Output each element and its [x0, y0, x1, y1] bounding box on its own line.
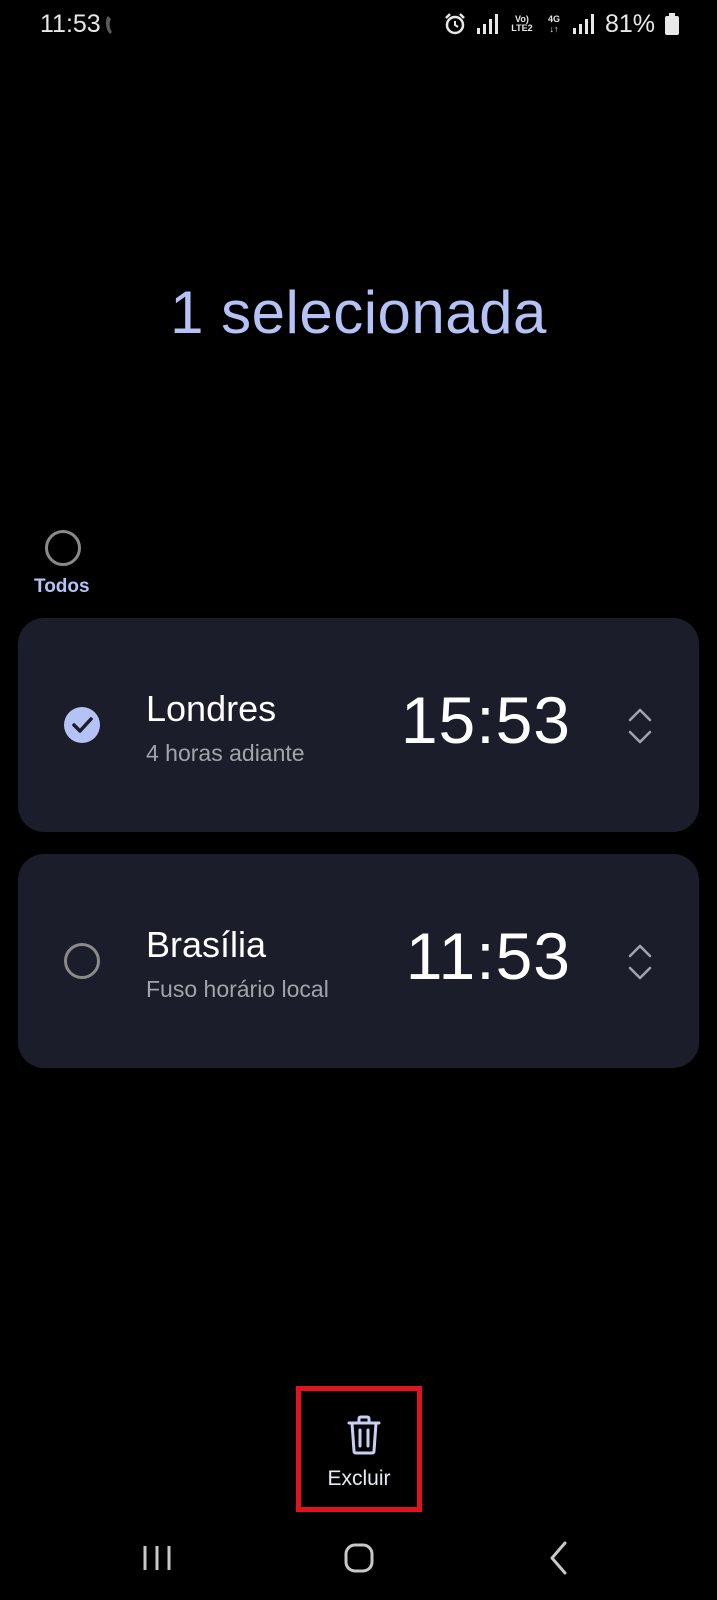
signal-icon — [572, 14, 594, 34]
selected-checkbox[interactable] — [64, 707, 100, 743]
status-icons: Vo) LTE2 4G ↓↑ 81% — [443, 10, 679, 38]
delete-button[interactable]: Excluir — [296, 1386, 422, 1512]
phone-call-icon — [105, 16, 112, 34]
world-clock-card-londres[interactable]: Londres 4 horas adiante 15:53 — [18, 618, 699, 832]
reorder-handle-icon[interactable] — [627, 942, 653, 982]
world-clock-edit-screen: 11:53 Vo) LTE2 4G ↓↑ 81% 1 selecionada T… — [0, 0, 717, 1600]
time-difference: Fuso horário local — [146, 976, 329, 1002]
status-time: 11:53 — [40, 10, 101, 38]
city-time: 11:53 — [405, 919, 571, 993]
trash-icon — [347, 1415, 381, 1455]
delete-label: Excluir — [327, 1467, 391, 1490]
page-title: 1 selecionada — [170, 279, 547, 346]
data-arrows-icon: ↓↑ — [549, 24, 559, 34]
battery-percent: 81% — [604, 9, 655, 38]
volte-icon: Vo) LTE2 — [509, 15, 535, 33]
network-type-label: 4G — [547, 14, 560, 24]
city-time: 15:53 — [400, 683, 571, 757]
back-icon[interactable] — [548, 1540, 568, 1576]
city-name: Brasília — [146, 924, 267, 965]
volte-label-bottom: LTE2 — [511, 23, 533, 33]
home-icon[interactable] — [343, 1542, 375, 1574]
select-all-checkbox[interactable] — [45, 530, 81, 566]
status-bar: 11:53 Vo) LTE2 4G ↓↑ 81% — [0, 0, 717, 48]
recent-apps-icon[interactable] — [142, 1544, 172, 1572]
select-all-label: Todos — [34, 576, 90, 597]
network-4g-icon: 4G ↓↑ — [545, 14, 563, 34]
reorder-handle-icon[interactable] — [627, 706, 653, 746]
signal-icon — [476, 14, 498, 34]
battery-icon — [665, 13, 679, 35]
select-all-toggle[interactable]: Todos — [34, 530, 94, 598]
checkmark-icon — [72, 717, 93, 733]
world-clock-card-brasilia[interactable]: Brasília Fuso horário local 11:53 — [18, 854, 699, 1068]
time-difference: 4 horas adiante — [146, 740, 305, 766]
navigation-bar — [0, 1530, 717, 1600]
city-name: Londres — [146, 688, 277, 729]
unselected-checkbox[interactable] — [64, 943, 100, 979]
alarm-icon — [445, 13, 465, 35]
